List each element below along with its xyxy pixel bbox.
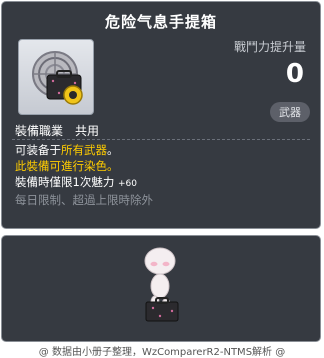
limit-note: 每日限制、超過上限時除外 (15, 193, 153, 207)
item-icon-frame (18, 39, 94, 115)
equip-scope-suffix: 。 (107, 143, 119, 157)
equip-scope-line: 可装备于所有武器。 (15, 142, 153, 158)
item-title: 危险气息手提箱 (104, 13, 217, 31)
equip-scope-highlight: 所有武器 (61, 143, 107, 157)
avatar-preview-icon (144, 247, 179, 322)
job-label: 裝備職業 (15, 124, 64, 138)
power-value: 0 (285, 59, 304, 89)
item-tooltip: 危险气息手提箱 戰鬥力提升量 0 武器 裝備職業 共用 可装备于所有武器。 此裝… (1, 1, 321, 229)
divider (12, 139, 310, 140)
job-value: 共用 (75, 124, 100, 138)
character-preview (1, 235, 321, 342)
briefcase-icon (32, 51, 83, 105)
charm-label: 裝備時僅限1次魅力 (15, 175, 115, 189)
footer-credit: @ 数据由小册子整理，WzComparerR2-NTMS解析 @ (38, 347, 286, 358)
job-row: 裝備職業 共用 (15, 122, 99, 139)
power-label: 戰鬥力提升量 (233, 40, 306, 54)
item-description: 可装备于所有武器。 此裝備可進行染色。 裝備時僅限1次魅力 +60 每日限制、超… (15, 142, 153, 208)
dye-note: 此裝備可進行染色。 (15, 159, 119, 173)
equip-scope-prefix: 可装备于 (15, 143, 61, 157)
charm-line: 裝備時僅限1次魅力 +60 (15, 174, 153, 192)
charm-value: +60 (117, 179, 137, 189)
category-badge: 武器 (270, 102, 310, 122)
